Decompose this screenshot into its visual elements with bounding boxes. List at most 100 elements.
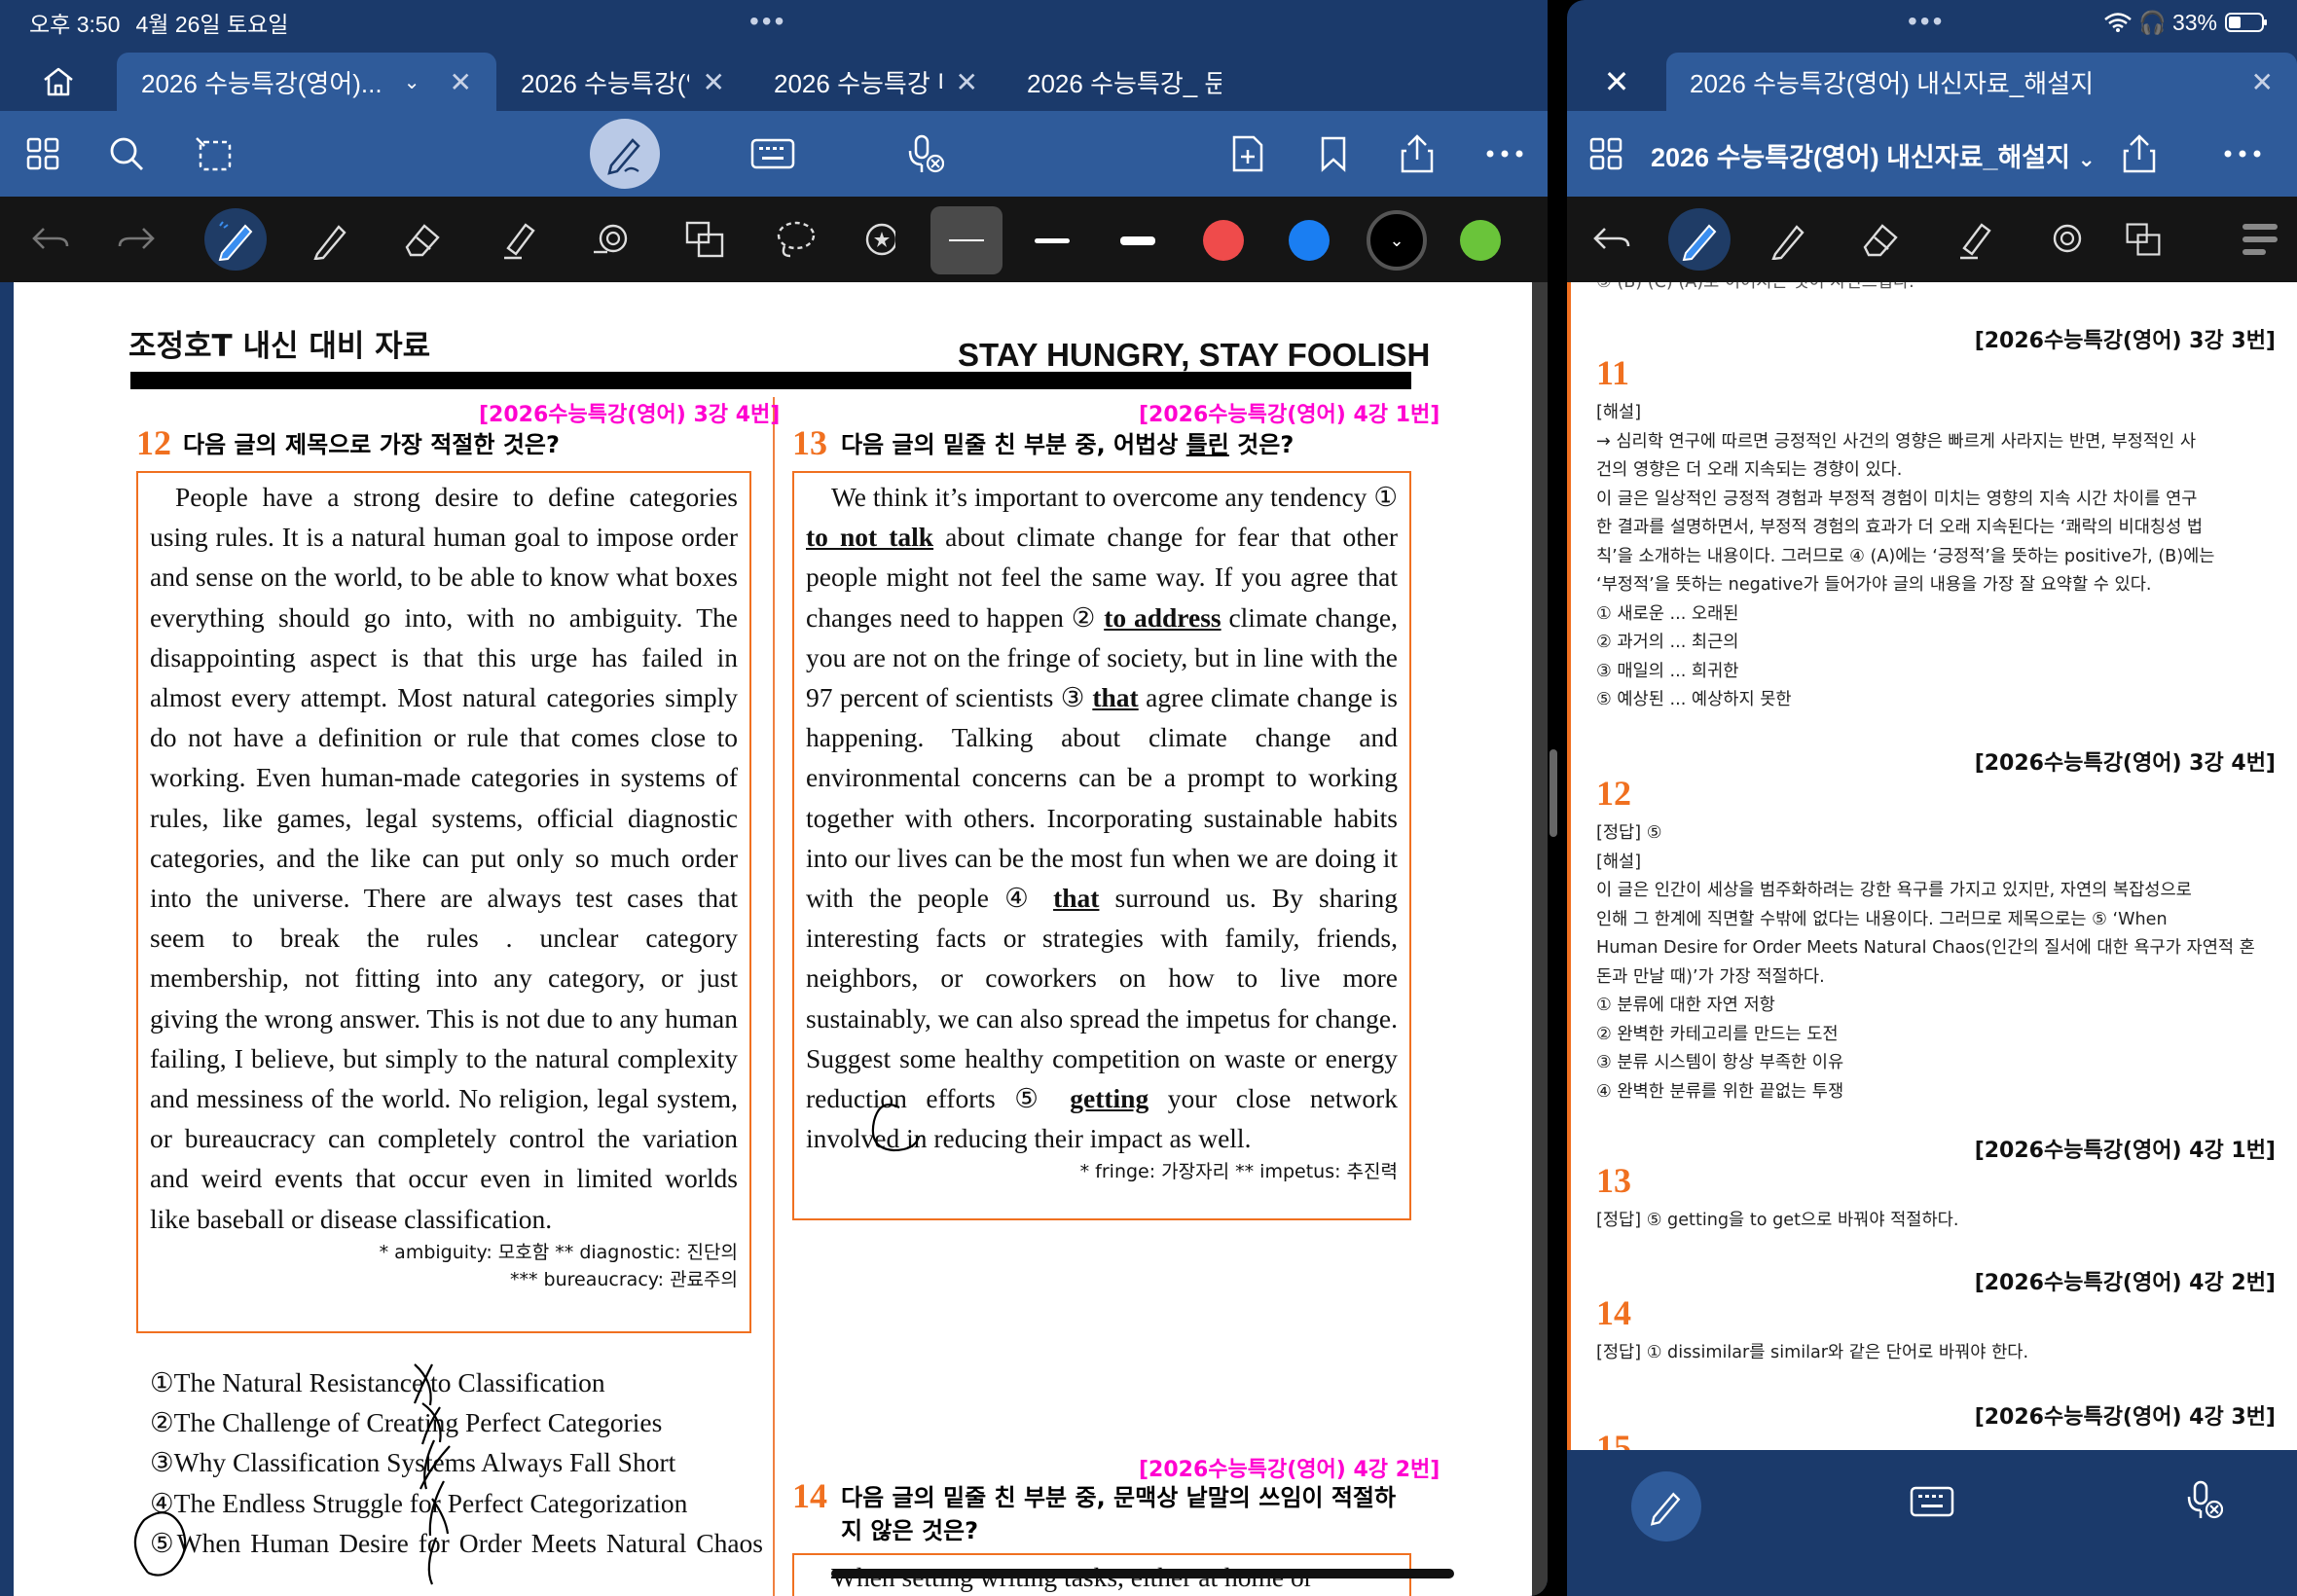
left-app-window: 오후 3:50 4월 26일 토요일 ••• 2026 수능특강(영어)... … <box>0 0 1548 1596</box>
page-edge-line <box>1567 282 1571 1450</box>
share-icon[interactable] <box>2110 125 2169 183</box>
headphones-icon: 🎧 <box>2138 9 2167 35</box>
stroke-thin-option[interactable] <box>930 206 1003 274</box>
color-black-swatch[interactable]: ⌄ <box>1367 210 1427 271</box>
pen-icon[interactable] <box>204 208 267 271</box>
sticker-icon[interactable] <box>857 208 895 271</box>
answer-14-body: [정답] ① dissimilar를 similar와 같은 단어로 바꿔야 한… <box>1596 1343 2029 1362</box>
grid-icon[interactable] <box>1577 125 1635 183</box>
pencil-icon[interactable] <box>300 208 362 271</box>
status-date: 4월 26일 토요일 <box>135 12 289 37</box>
answer-15-source: [2026수능특강(영어) 4강 3번] <box>1974 1405 2276 1430</box>
tab-4[interactable]: 2026 수능특강_ 문학 <box>1003 53 1246 111</box>
answer-11-body: [해설] → 심리학 연구에 따르면 긍정적인 사건의 영향은 빠르게 사라지는 … <box>1596 403 2215 709</box>
search-icon[interactable] <box>97 125 156 183</box>
scroll-track[interactable] <box>1532 282 1548 1596</box>
pencil-icon[interactable] <box>1758 208 1820 271</box>
highlighter-icon[interactable] <box>487 208 549 271</box>
answer-15-number: 15 <box>1596 1428 1631 1450</box>
answer-12-number: 12 <box>1596 774 1631 813</box>
color-green-swatch[interactable] <box>1460 220 1501 261</box>
tab-label: 2026 수능특강(영어)... <box>141 68 383 98</box>
tab-3[interactable]: 2026 수능특강 미적분.p... ✕ <box>749 53 1003 111</box>
tab-label: 2026 수능특강(영어) 지... <box>521 68 689 98</box>
tab-1[interactable]: 2026 수능특강(영어)... ⌄ ✕ <box>117 53 496 111</box>
color-blue-swatch[interactable] <box>1289 220 1330 261</box>
main-toolbar <box>0 111 1548 197</box>
more-icon[interactable] <box>1476 125 1534 183</box>
right-app-window: ••• 🎧 33% ✕ 2026 수능특강(영어) 내신자료_해설지 ✕ 202… <box>1567 0 2297 1596</box>
shape-icon[interactable] <box>580 208 642 271</box>
status-time: 오후 3:50 <box>29 12 121 37</box>
tab-label: 2026 수능특강_ 문학 <box>1027 68 1221 98</box>
undo-icon[interactable] <box>19 208 82 271</box>
grid-icon[interactable] <box>14 125 72 183</box>
tab-2[interactable]: 2026 수능특강(영어) 지... ✕ <box>496 53 749 111</box>
more-icon[interactable] <box>2213 125 2272 183</box>
pen-icon[interactable] <box>1668 208 1731 271</box>
keyboard-icon[interactable] <box>744 125 802 183</box>
handwriting-pen-icon[interactable] <box>1631 1471 1701 1542</box>
answer-key-page[interactable]: ⑤ (B) (C) (A)로 이어지는 것이 자연스럽다. [2026수능특강(… <box>1567 282 2297 1450</box>
drawing-toolbar <box>1567 197 2297 282</box>
answer-13-source: [2026수능특강(영어) 4강 1번] <box>1974 1139 2276 1163</box>
pdf-page[interactable]: 조정호T 내신 대비 자료 STAY HUNGRY, STAY FOOLISH … <box>14 282 1532 1596</box>
main-toolbar: 2026 수능특강(영어) 내신자료_해설지 ⌄ <box>1567 111 2297 197</box>
drawing-toolbar: ⌄ <box>0 197 1548 282</box>
answer-12-body: [정답] ⑤ [해설] 이 글은 인간이 세상을 범주화하려는 강한 욕구를 가지고… <box>1596 823 2255 1102</box>
answer-13-number: 13 <box>1596 1161 1631 1200</box>
close-window-icon[interactable]: ✕ <box>1567 53 1666 111</box>
mic-off-icon[interactable] <box>895 125 954 183</box>
answer-14-source: [2026수능특강(영어) 4강 2번] <box>1974 1271 2276 1295</box>
multitask-dots-icon[interactable]: ••• <box>1908 8 1945 35</box>
tab-bar: ✕ 2026 수능특강(영어) 내신자료_해설지 ✕ <box>1567 53 2297 111</box>
stroke-thick-option[interactable] <box>1102 206 1174 274</box>
tab-bar: 2026 수능특강(영어)... ⌄ ✕ 2026 수능특강(영어) 지... … <box>0 53 1548 111</box>
bookmark-icon[interactable] <box>1304 125 1363 183</box>
share-icon[interactable] <box>1388 125 1446 183</box>
split-view-handle[interactable] <box>1550 749 1557 837</box>
handwriting-pen-icon[interactable] <box>590 119 660 189</box>
status-bar-right: 🎧 33% <box>2103 0 2268 45</box>
tab-close-icon[interactable]: ✕ <box>450 66 472 98</box>
status-bar: 오후 3:50 4월 26일 토요일 <box>29 0 288 45</box>
answer-11-source: [2026수능특강(영어) 3강 3번] <box>1974 329 2276 353</box>
wifi-icon <box>2104 13 2133 32</box>
answer-14-number: 14 <box>1596 1293 1631 1332</box>
keyboard-icon[interactable] <box>1910 1485 1954 1523</box>
stroke-medium-option[interactable] <box>1016 206 1088 274</box>
add-page-icon[interactable] <box>1219 125 1277 183</box>
lasso-icon[interactable] <box>765 208 827 271</box>
floating-input-bar <box>1567 1450 2297 1596</box>
chevron-down-icon: ⌄ <box>2077 147 2096 171</box>
chevron-down-icon[interactable]: ⌄ <box>404 70 420 94</box>
answer-13-body: [정답] ⑤ getting을 to get으로 바꿔야 적절하다. <box>1596 1211 1959 1230</box>
home-indicator <box>831 1569 1454 1578</box>
image-icon[interactable] <box>674 208 736 271</box>
home-button[interactable] <box>0 53 117 111</box>
battery-icon <box>2225 13 2267 32</box>
home-icon <box>44 67 73 96</box>
highlighter-icon[interactable] <box>1943 208 2005 271</box>
eraser-icon[interactable] <box>1849 208 1912 271</box>
eraser-icon[interactable] <box>391 208 454 271</box>
tab-close-icon[interactable]: ✕ <box>703 66 725 98</box>
redo-icon[interactable] <box>105 208 167 271</box>
tab-close-icon[interactable]: ✕ <box>2251 66 2274 98</box>
answer-10-cutoff: ⑤ (B) (C) (A)로 이어지는 것이 자연스럽다. <box>1596 282 1914 292</box>
tab-close-icon[interactable]: ✕ <box>956 66 978 98</box>
shape-icon[interactable] <box>2034 208 2096 271</box>
undo-icon[interactable] <box>1581 208 1643 271</box>
battery-percent: 33% <box>2171 9 2217 35</box>
answer-11-number: 11 <box>1596 353 1630 392</box>
tab-answer-key[interactable]: 2026 수능특강(영어) 내신자료_해설지 ✕ <box>1666 53 2297 111</box>
answer-12-source: [2026수능특강(영어) 3강 4번] <box>1974 751 2276 776</box>
image-icon[interactable] <box>2124 208 2163 271</box>
color-red-swatch[interactable] <box>1203 220 1244 261</box>
multitask-dots-icon[interactable]: ••• <box>749 8 786 35</box>
document-title[interactable]: 2026 수능특강(영어) 내신자료_해설지 ⌄ <box>1651 136 2096 174</box>
toolbar-menu-icon[interactable] <box>2229 208 2291 271</box>
mic-off-icon[interactable] <box>2184 1479 2224 1525</box>
ink-annotations[interactable] <box>14 282 1532 1596</box>
lasso-select-icon[interactable] <box>185 125 243 183</box>
